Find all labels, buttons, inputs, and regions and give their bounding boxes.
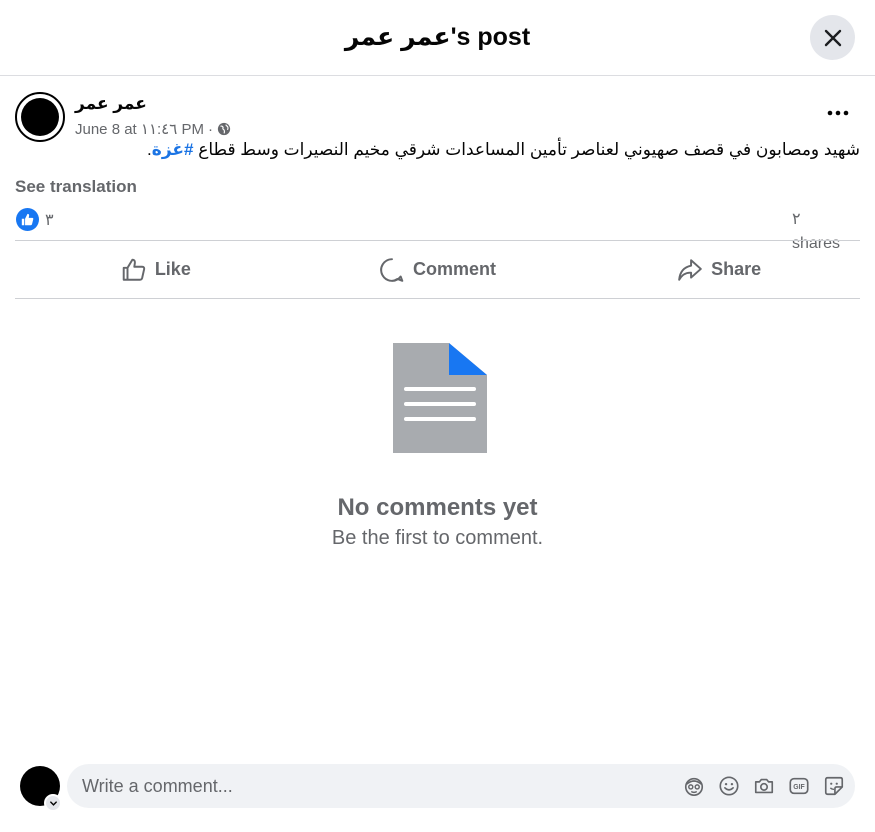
document-icon bbox=[393, 343, 487, 453]
avatar-sticker-button[interactable] bbox=[683, 775, 705, 797]
reaction-count: ٣ bbox=[45, 211, 54, 229]
post-timestamp[interactable]: June 8 at ١١:٤٦ PM bbox=[75, 120, 204, 138]
dialog-title: عمر عمر's post bbox=[344, 23, 531, 51]
author-name[interactable]: عمر عمر bbox=[75, 94, 147, 114]
comment-composer: GIF bbox=[67, 764, 855, 808]
post-text: شهيد ومصابون في قصف صهيوني لعناصر تأمين … bbox=[193, 140, 860, 159]
sticker-icon bbox=[824, 776, 844, 796]
emoji-icon bbox=[719, 776, 739, 796]
emoji-button[interactable] bbox=[718, 775, 740, 797]
share-arrow-icon bbox=[678, 258, 702, 281]
comment-bubble-icon bbox=[380, 257, 404, 282]
post-body: شهيد ومصابون في قصف صهيوني لعناصر تأمين … bbox=[15, 138, 860, 162]
comment-label: Comment bbox=[413, 259, 497, 279]
author-avatar[interactable] bbox=[15, 92, 65, 142]
thumbs-up-icon bbox=[122, 258, 145, 281]
share-button[interactable]: Share bbox=[578, 241, 860, 298]
hashtag-link[interactable]: #غزة bbox=[152, 140, 194, 159]
share-label: Share bbox=[711, 259, 762, 279]
composer-icons: GIF bbox=[683, 775, 845, 797]
like-reaction-badge bbox=[16, 208, 39, 231]
close-icon bbox=[824, 29, 841, 46]
no-comments-subtitle: Be the first to comment. bbox=[331, 527, 544, 549]
post-meta: June 8 at ١١:٤٦ PM · bbox=[75, 120, 231, 138]
dialog-header: عمر عمر's post bbox=[0, 0, 875, 76]
camera-icon bbox=[754, 778, 774, 794]
gif-button[interactable]: GIF bbox=[788, 775, 810, 797]
svg-text:GIF: GIF bbox=[793, 784, 804, 791]
avatar-menu-button[interactable] bbox=[44, 794, 62, 812]
meta-separator: · bbox=[207, 120, 213, 138]
comment-input[interactable] bbox=[82, 764, 662, 808]
like-button[interactable]: Like bbox=[15, 241, 297, 298]
chevron-down-icon bbox=[49, 800, 57, 806]
thumbs-up-icon bbox=[21, 213, 34, 226]
close-button[interactable] bbox=[810, 15, 855, 60]
shares-number: ٢ bbox=[792, 211, 801, 228]
comment-button[interactable]: Comment bbox=[297, 241, 579, 298]
gif-icon: GIF bbox=[789, 777, 809, 795]
more-icon bbox=[827, 110, 849, 116]
post-actions: Like Comment Share bbox=[15, 241, 860, 298]
globe-icon[interactable] bbox=[217, 122, 231, 136]
more-options-button[interactable] bbox=[825, 100, 851, 126]
like-label: Like bbox=[154, 259, 191, 279]
avatar-sticker-icon bbox=[684, 777, 704, 796]
post-dialog: عمر عمر's post عمر عمر June 8 at ١١:٤٦ P… bbox=[0, 0, 875, 832]
divider bbox=[15, 298, 860, 299]
author-avatar-image bbox=[21, 98, 59, 136]
reactions-summary[interactable]: ٣ bbox=[16, 208, 54, 231]
camera-button[interactable] bbox=[753, 775, 775, 797]
no-comments-title: No comments yet bbox=[337, 494, 538, 521]
sticker-button[interactable] bbox=[823, 775, 845, 797]
see-translation-link[interactable]: See translation bbox=[15, 177, 137, 197]
